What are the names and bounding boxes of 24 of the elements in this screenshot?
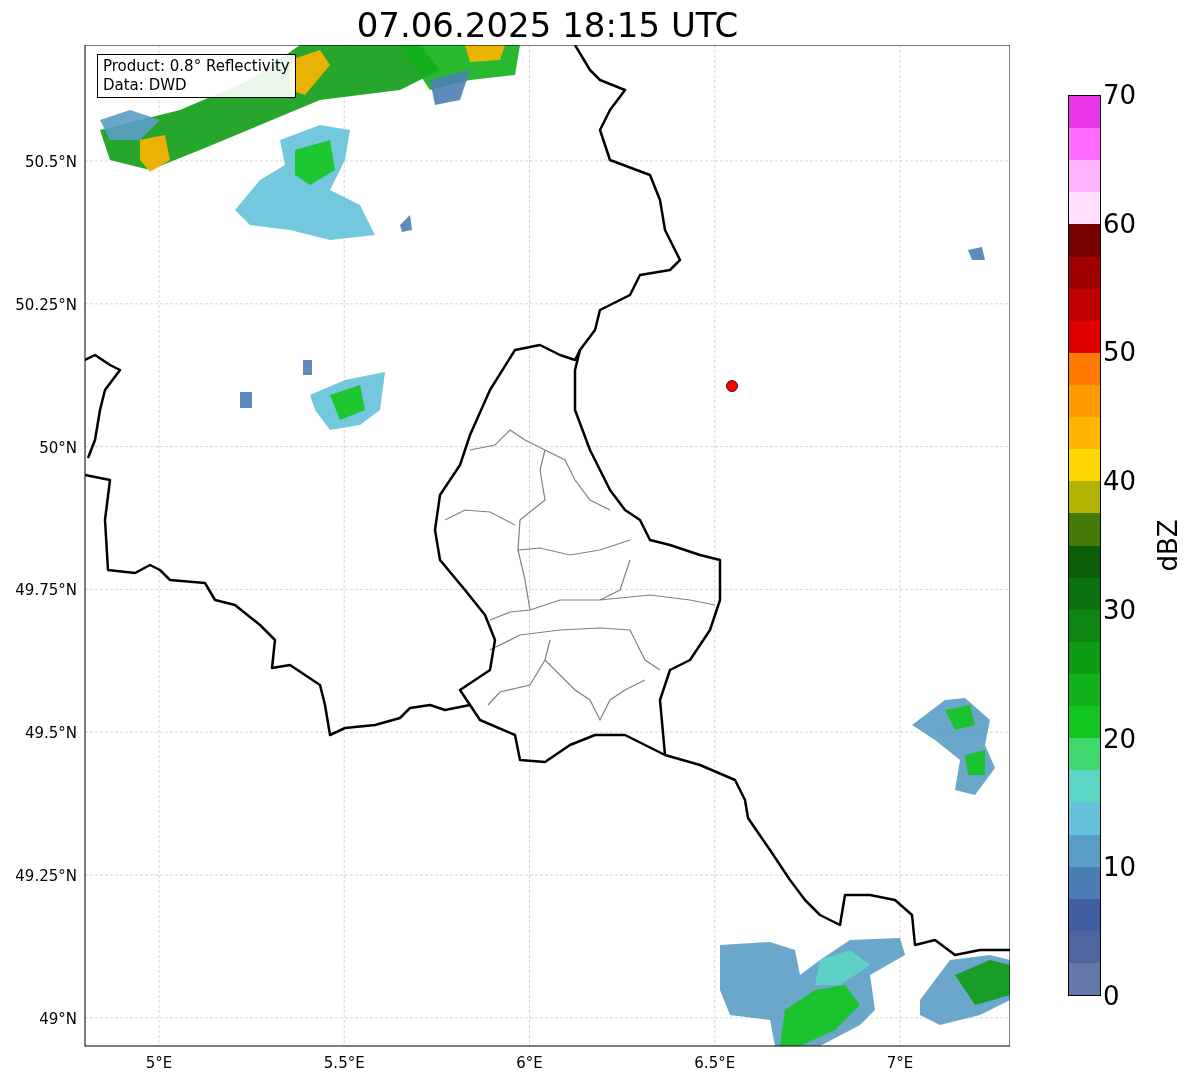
latitude-tick-label: 49°N [39, 1009, 77, 1028]
colorbar-tick-label: 50 [1103, 338, 1137, 367]
latitude-tick-label: 49.5°N [24, 724, 77, 743]
info-text: Data: DWD [103, 76, 188, 95]
colorbar-tick-label: 0 [1103, 981, 1121, 1010]
latitude-tick-label: 50°N [39, 438, 77, 457]
info-text: Product: 0.8° Reflectivity [103, 57, 290, 76]
colorbar-label: dBZ [1151, 519, 1184, 572]
colorbar-tick-label: 40 [1103, 467, 1137, 496]
longitude-tick-label: 5°E [145, 1054, 173, 1072]
latitude-tick-label: 49.75°N [15, 581, 77, 600]
latitude-tick-label: 50.5°N [24, 153, 77, 171]
longitude-tick-label: 7°E [886, 1054, 914, 1072]
chart-title: 07.06.2025 18:15 UTC [356, 5, 739, 45]
colorbar-tick-label: 60 [1103, 209, 1137, 238]
latitude-tick-label: 50.25°N [15, 295, 77, 314]
longitude-tick-label: 6.5°E [694, 1054, 736, 1072]
colorbar-tick-label: 20 [1103, 724, 1137, 753]
colorbar-tick-label: 30 [1103, 595, 1137, 624]
longitude-tick-label: 5.5°E [323, 1054, 365, 1072]
latitude-tick-label: 49.25°N [15, 867, 77, 885]
colorbar-tick-label: 70 [1103, 81, 1137, 109]
longitude-tick-label: 6°E [516, 1054, 543, 1072]
colorbar-tick-label: 10 [1103, 853, 1137, 882]
